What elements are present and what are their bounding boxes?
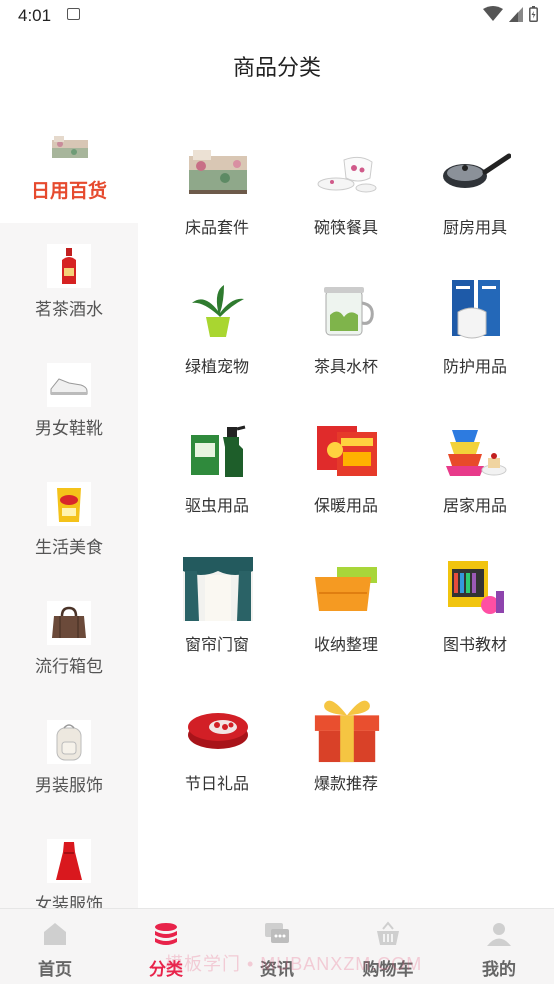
grid-item-storage[interactable]: 收纳整理: [281, 521, 411, 654]
backpack-image: [47, 720, 91, 764]
grid-item-label: 保暖用品: [313, 498, 378, 515]
grid-item-label: 驱虫用品: [184, 498, 249, 515]
sidebar-item-label: 茗茶酒水: [35, 300, 103, 319]
tab-home[interactable]: 首页: [0, 909, 110, 985]
curtain-image: [182, 553, 254, 625]
bottom-tab-bar: 首页 分类 资讯 购物车 我的: [0, 908, 554, 984]
sidebar-item-label: 女装服饰: [35, 895, 103, 908]
frying-pan-image: [440, 136, 512, 208]
grid-item-teaware[interactable]: 茶具水杯: [281, 243, 411, 376]
tab-label: 首页: [38, 960, 72, 979]
sidebar-item-label: 男装服饰: [35, 776, 103, 795]
grid-item-insect-repellent[interactable]: 驱虫用品: [152, 382, 282, 515]
sidebar-item-womenswear[interactable]: 女装服饰: [0, 818, 138, 908]
bed-set-image: [182, 136, 254, 208]
grid-item-household[interactable]: 居家用品: [410, 382, 540, 515]
grid-item-curtains[interactable]: 窗帘门窗: [152, 521, 282, 654]
bedding-image: [48, 126, 92, 170]
gift-tin-image: [182, 692, 254, 764]
grid-item-festival-gifts[interactable]: 节日礼品: [152, 660, 282, 793]
sidebar-item-label: 流行箱包: [35, 657, 103, 676]
grid-item-hot-picks[interactable]: 爆款推荐: [281, 660, 411, 793]
liquor-bottle-image: [47, 244, 91, 288]
tab-profile[interactable]: 我的: [444, 909, 554, 985]
heat-pack-image: [311, 414, 383, 486]
insect-spray-image: [182, 414, 254, 486]
sidebar-item-menswear[interactable]: 男装服饰: [0, 699, 138, 818]
home-icon: [44, 923, 66, 945]
tab-label: 我的: [482, 960, 516, 979]
grid-item-label: 绿植宠物: [184, 359, 249, 376]
tab-cart[interactable]: 购物车: [333, 909, 443, 985]
status-bar: 4:01: [0, 0, 554, 34]
grid-item-protective[interactable]: 防护用品: [410, 243, 540, 376]
tab-label: 分类: [149, 960, 183, 979]
grid-item-label: 床品套件: [184, 220, 249, 237]
grid-item-label: 碗筷餐具: [313, 220, 378, 237]
tea-bag-image: [47, 482, 91, 526]
chat-icon: [265, 923, 289, 943]
sidebar-item-shoes[interactable]: 男女鞋靴: [0, 342, 138, 461]
cart-basket-icon: [377, 921, 399, 945]
mask-image: [440, 275, 512, 347]
sidebar-item-tea-wine[interactable]: 茗茶酒水: [0, 223, 138, 342]
grid-item-label: 居家用品: [442, 498, 507, 515]
signal-icon: [509, 6, 523, 22]
silicone-cups-image: [440, 414, 512, 486]
grid-item-tableware[interactable]: 碗筷餐具: [281, 104, 411, 237]
tableware-image: [311, 136, 383, 208]
grid-item-label: 节日礼品: [184, 776, 249, 793]
tab-news[interactable]: 资讯: [222, 909, 332, 985]
tab-label: 资讯: [260, 960, 294, 979]
storage-box-image: [311, 553, 383, 625]
grid-item-label: 厨房用具: [442, 220, 507, 237]
gift-box-image: [311, 692, 383, 764]
category-sidebar[interactable]: 日用百货 茗茶酒水 男女鞋靴 生活美食 流行箱包 男装服饰 女装服饰: [0, 104, 138, 908]
grid-item-label: 图书教材: [442, 637, 507, 654]
sidebar-item-food[interactable]: 生活美食: [0, 461, 138, 580]
grid-item-bedding[interactable]: 床品套件: [152, 104, 282, 237]
sidebar-item-label: 生活美食: [35, 538, 103, 557]
grid-item-label: 茶具水杯: [313, 359, 378, 376]
sidebar-item-label: 男女鞋靴: [35, 419, 103, 438]
sim-card-icon: [67, 8, 80, 20]
grid-item-kitchenware[interactable]: 厨房用具: [410, 104, 540, 237]
tea-cup-image: [311, 275, 383, 347]
grid-item-warmers[interactable]: 保暖用品: [281, 382, 411, 515]
category-stack-icon: [155, 923, 177, 945]
sidebar-item-bags[interactable]: 流行箱包: [0, 580, 138, 699]
user-icon: [487, 923, 511, 946]
potted-plant-image: [182, 275, 254, 347]
grid-item-plants-pets[interactable]: 绿植宠物: [152, 243, 282, 376]
tab-label: 购物车: [362, 960, 414, 979]
handbag-image: [47, 601, 91, 645]
grid-item-label: 防护用品: [442, 359, 507, 376]
sidebar-item-daily-goods[interactable]: 日用百货: [0, 104, 138, 223]
grid-item-label: 爆款推荐: [313, 776, 378, 793]
battery-icon: [529, 6, 538, 22]
status-icons: [483, 6, 538, 22]
grid-item-label: 收纳整理: [313, 637, 378, 654]
red-dress-image: [47, 839, 91, 883]
tab-category[interactable]: 分类: [111, 909, 221, 985]
sidebar-item-label: 日用百货: [30, 181, 107, 202]
sneaker-image: [47, 363, 91, 407]
status-time: 4:01: [18, 6, 52, 25]
grid-item-books[interactable]: 图书教材: [410, 521, 540, 654]
wifi-icon: [483, 6, 503, 21]
paint-set-image: [440, 553, 512, 625]
page-title: 商品分类: [232, 55, 321, 80]
grid-item-label: 窗帘门窗: [184, 637, 249, 654]
